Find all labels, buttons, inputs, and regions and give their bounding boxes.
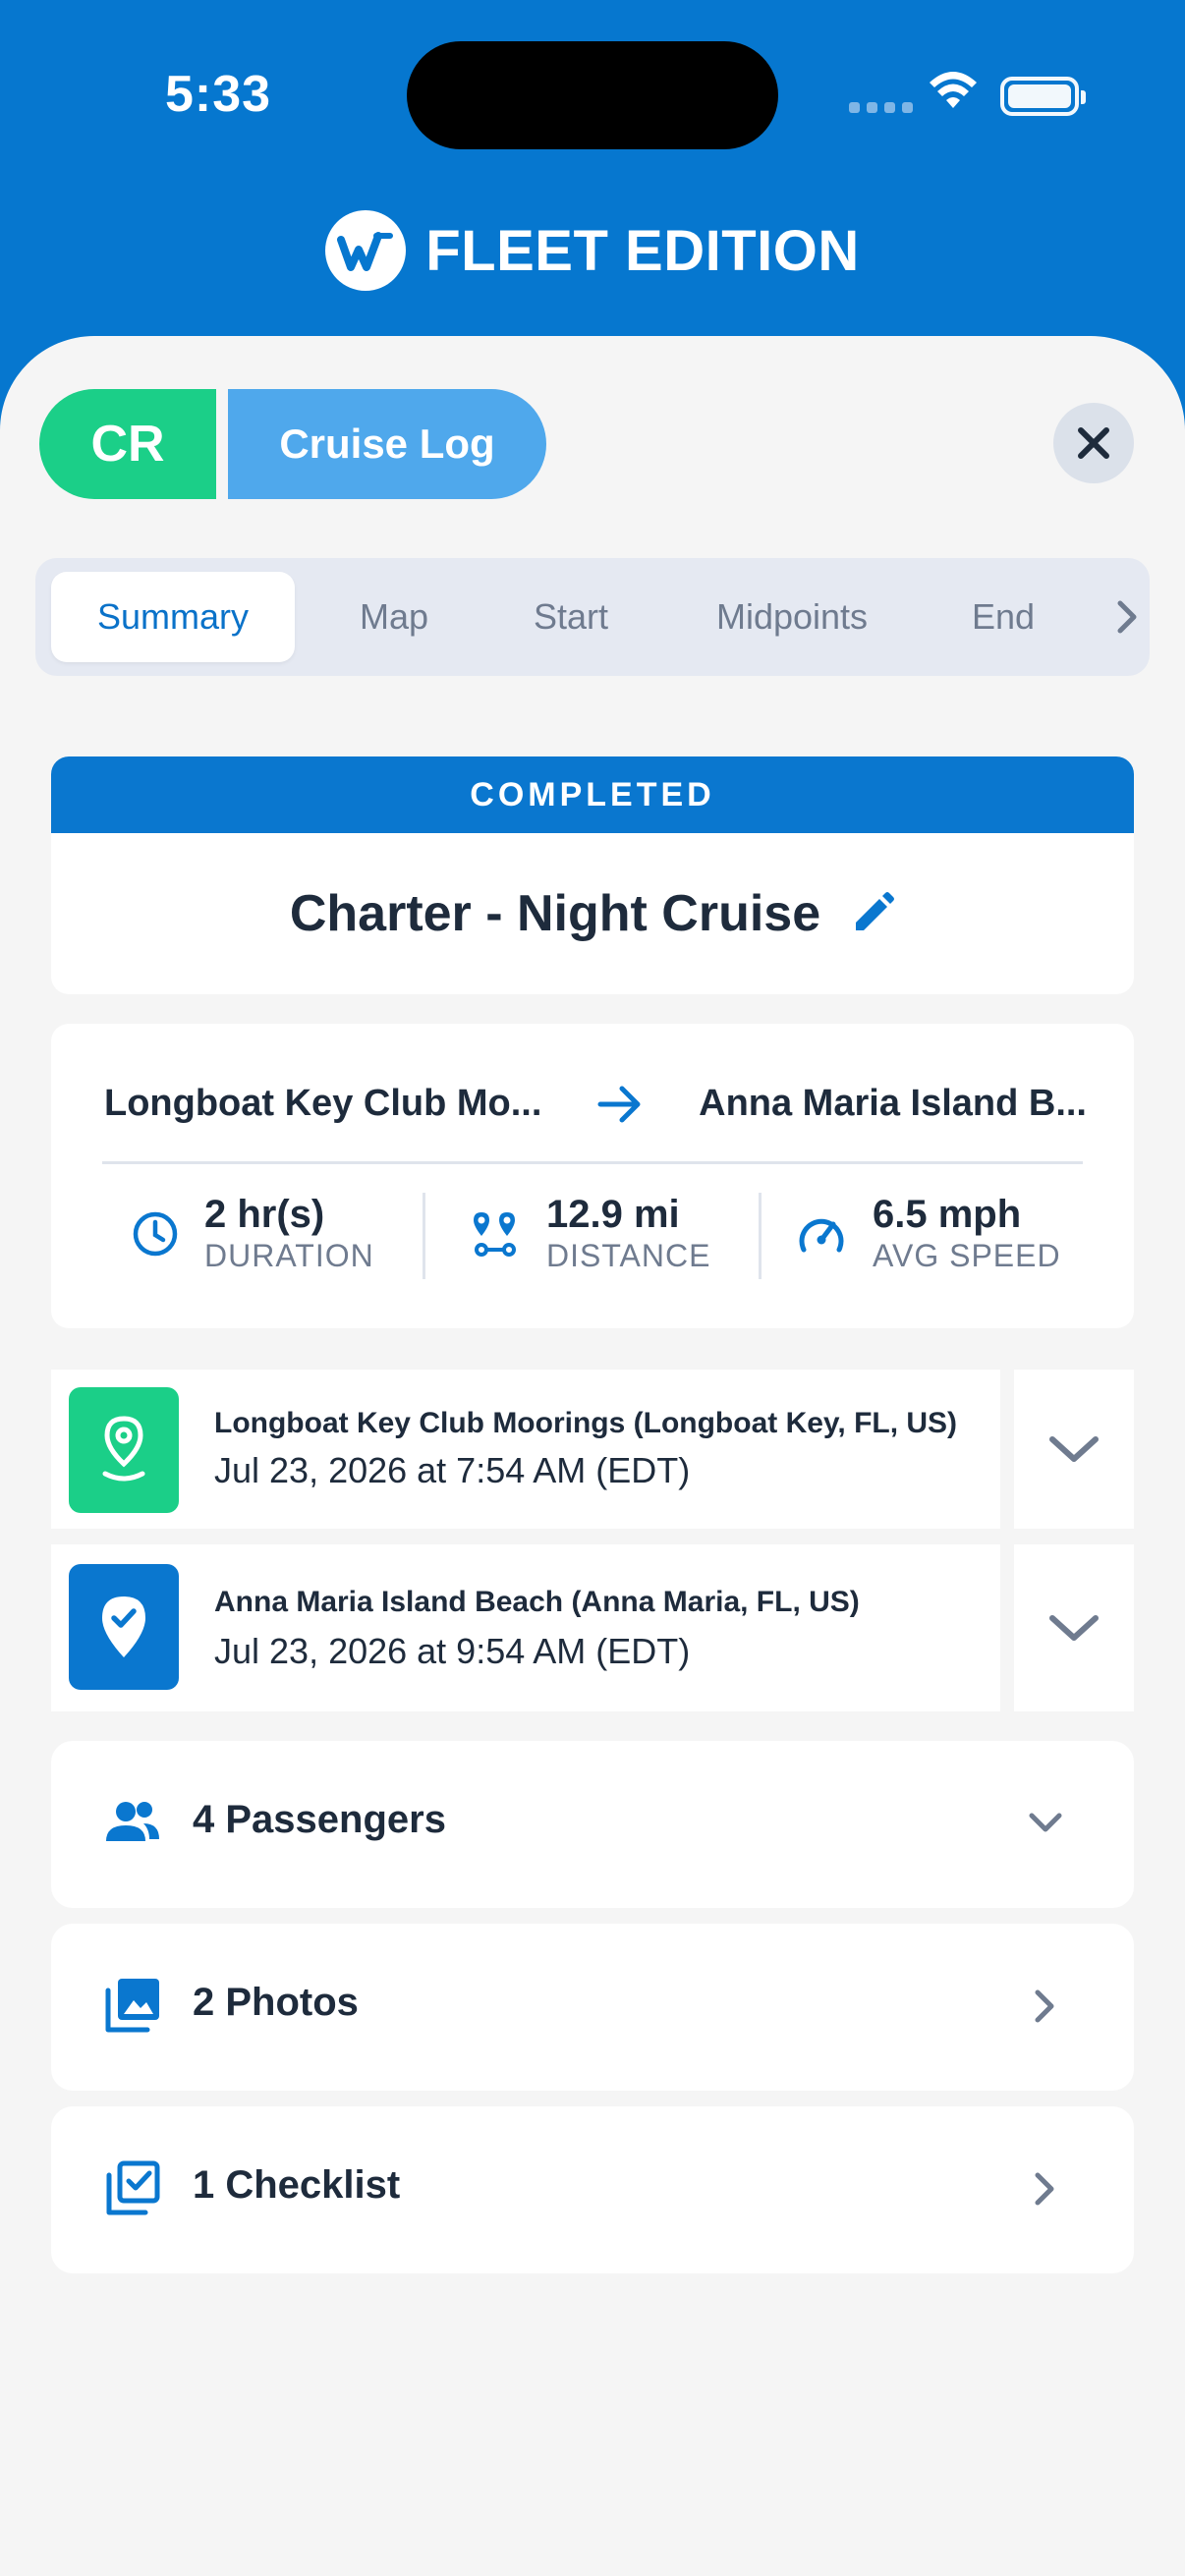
brand-header: FLEET EDITION — [0, 210, 1185, 291]
stat-divider — [423, 1193, 425, 1279]
end-location-datetime: Jul 23, 2026 at 9:54 AM (EDT) — [214, 1631, 691, 1671]
dynamic-island — [407, 41, 778, 149]
stat-duration: 2 hr(s) DURATION — [132, 1189, 374, 1279]
people-icon — [106, 1802, 159, 1841]
photos-section[interactable]: 2 Photos — [51, 1924, 1134, 2091]
tab-end[interactable]: End — [939, 572, 1067, 662]
stat-divider — [759, 1193, 762, 1279]
checklist-label: 1 Checklist — [193, 2163, 401, 2207]
end-location-expand-button[interactable] — [1014, 1544, 1134, 1711]
log-type-badge: CR — [39, 389, 216, 499]
tab-midpoints[interactable]: Midpoints — [684, 572, 900, 662]
status-badge: COMPLETED — [51, 756, 1134, 833]
chevron-down-icon — [1049, 1615, 1099, 1641]
log-type-label: Cruise Log — [228, 389, 546, 499]
chevron-right-icon — [1035, 2172, 1054, 2206]
route-summary-card: Longboat Key Club Mo... Anna Maria Islan… — [51, 1024, 1134, 1328]
route-pins-icon — [474, 1212, 516, 1257]
route-destination: Anna Maria Island B... — [699, 1083, 1087, 1124]
edit-pencil-icon[interactable] — [850, 891, 895, 936]
passengers-section[interactable]: 4 Passengers — [51, 1741, 1134, 1908]
status-bar: 5:33 — [0, 0, 1185, 196]
chevron-right-icon — [1035, 1989, 1054, 2023]
trip-title: Charter - Night Cruise — [289, 885, 821, 942]
route-origin: Longboat Key Club Mo... — [104, 1083, 542, 1124]
close-button[interactable] — [1053, 403, 1134, 483]
start-location-datetime: Jul 23, 2026 at 7:54 AM (EDT) — [214, 1450, 691, 1490]
start-location-expand-button[interactable] — [1014, 1370, 1134, 1529]
arrow-right-icon — [597, 1086, 641, 1122]
tab-map[interactable]: Map — [330, 572, 458, 662]
photos-label: 2 Photos — [193, 1981, 359, 2024]
cellular-signal-icon — [849, 102, 913, 113]
stat-duration-value: 2 hr(s) — [204, 1193, 325, 1236]
trip-stats: 2 hr(s) DURATION 12.9 mi DISTANCE 6.5 mp… — [51, 1189, 1134, 1279]
stat-speed-label: AVG SPEED — [873, 1238, 1061, 1273]
route-divider — [102, 1161, 1083, 1164]
end-location-row: Anna Maria Island Beach (Anna Maria, FL,… — [51, 1544, 1134, 1711]
start-location-pin-icon — [69, 1387, 179, 1513]
chevron-down-icon — [1029, 1813, 1062, 1832]
start-location-details[interactable]: Longboat Key Club Moorings (Longboat Key… — [51, 1370, 1000, 1529]
stat-speed-value: 6.5 mph — [873, 1193, 1022, 1236]
trip-status-card: COMPLETED Charter - Night Cruise — [51, 756, 1134, 994]
passengers-label: 4 Passengers — [193, 1798, 446, 1841]
end-location-details[interactable]: Anna Maria Island Beach (Anna Maria, FL,… — [51, 1544, 1000, 1711]
start-location-row: Longboat Key Club Moorings (Longboat Key… — [51, 1370, 1134, 1529]
status-time: 5:33 — [165, 66, 272, 123]
speedometer-icon — [799, 1218, 844, 1253]
end-location-check-pin-icon — [69, 1564, 179, 1690]
clock-icon — [133, 1211, 178, 1257]
stat-distance-value: 12.9 mi — [546, 1193, 680, 1236]
brand-title: FLEET EDITION — [425, 218, 860, 283]
stat-duration-label: DURATION — [204, 1238, 374, 1273]
tab-bar: Summary Map Start Midpoints End — [35, 558, 1150, 676]
log-type-pill: CR Cruise Log — [39, 389, 546, 499]
start-location-name: Longboat Key Club Moorings (Longboat Key… — [214, 1407, 958, 1439]
stat-avg-speed: 6.5 mph AVG SPEED — [796, 1189, 1061, 1279]
brand-logo-icon — [325, 210, 407, 291]
tab-summary[interactable]: Summary — [51, 572, 295, 662]
battery-icon — [1000, 77, 1086, 116]
photos-icon — [105, 1979, 159, 2033]
trip-sheet: CR Cruise Log Summary Map Start Midpoint… — [0, 336, 1185, 2576]
checklist-section[interactable]: 1 Checklist — [51, 2106, 1134, 2273]
checklist-icon — [106, 2160, 160, 2215]
wifi-icon — [930, 72, 977, 108]
stat-distance-label: DISTANCE — [546, 1238, 711, 1273]
chevron-down-icon — [1049, 1436, 1099, 1462]
stat-distance: 12.9 mi DISTANCE — [470, 1189, 710, 1279]
close-icon — [1078, 427, 1109, 459]
end-location-name: Anna Maria Island Beach (Anna Maria, FL,… — [214, 1586, 860, 1618]
tabs-scroll-right-icon[interactable] — [1114, 593, 1140, 641]
tab-start[interactable]: Start — [497, 572, 645, 662]
